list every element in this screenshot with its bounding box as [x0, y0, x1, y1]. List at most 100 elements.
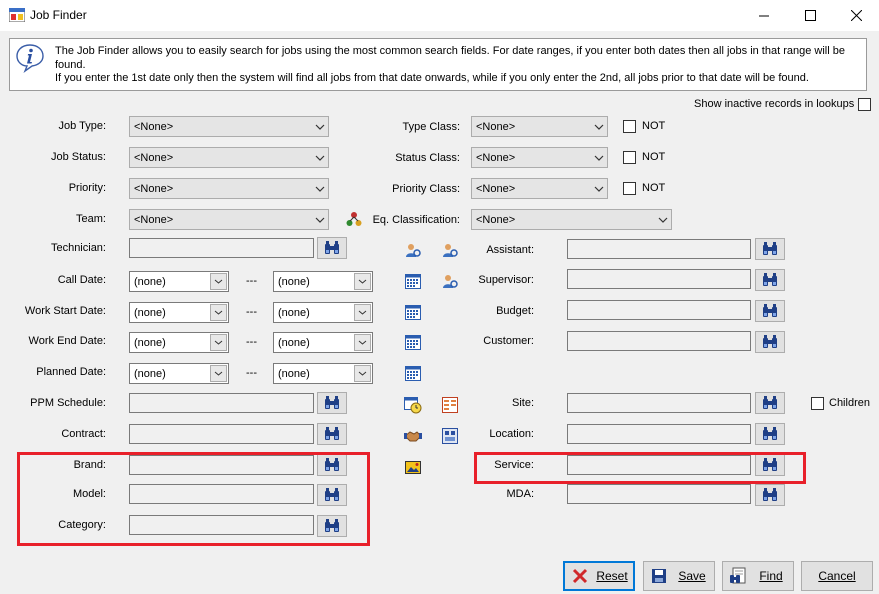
team-select[interactable]: <None>: [129, 209, 329, 230]
chevron-down-icon: [210, 273, 227, 290]
supervisor-field[interactable]: [567, 269, 751, 289]
close-button[interactable]: [833, 0, 879, 31]
call-date-label: Call Date:: [57, 274, 106, 286]
info-panel: The Job Finder allows you to easily sear…: [9, 38, 867, 91]
minimize-button[interactable]: [741, 0, 787, 31]
show-inactive-checkbox[interactable]: [858, 98, 871, 111]
budget-field[interactable]: [567, 300, 751, 320]
site-children-checkbox[interactable]: [811, 397, 824, 410]
minimize-icon: [758, 15, 769, 17]
assistant-lookup-button[interactable]: [755, 238, 785, 260]
chevron-down-icon: [354, 334, 371, 351]
chevron-down-icon: [311, 179, 328, 198]
reset-button[interactable]: Reset: [563, 561, 635, 591]
priority-class-select[interactable]: <None>: [471, 178, 608, 199]
ppm-schedule-label: PPM Schedule:: [30, 397, 106, 409]
work-start-date-from[interactable]: (none): [129, 302, 229, 323]
highlight-box-service: [474, 452, 806, 484]
budget-lookup-button[interactable]: [755, 300, 785, 322]
calendar-icon[interactable]: [404, 364, 422, 382]
schedule-clock-icon[interactable]: [404, 396, 422, 414]
site-label: Site:: [511, 397, 534, 409]
job-status-select[interactable]: <None>: [129, 147, 329, 168]
supervisor-lookup-button[interactable]: [755, 269, 785, 291]
status-class-not-checkbox[interactable]: [623, 151, 636, 164]
binoculars-icon: [763, 273, 777, 286]
customer-lookup-button[interactable]: [755, 331, 785, 353]
priority-class-not-checkbox[interactable]: [623, 182, 636, 195]
status-class-not-label: NOT: [642, 151, 666, 163]
site-field[interactable]: [567, 393, 751, 413]
binoculars-icon: [763, 427, 777, 440]
info-line-2: If you enter the 1st date only then the …: [55, 72, 809, 84]
close-icon: [850, 10, 862, 21]
find-button[interactable]: Find: [722, 561, 794, 591]
maximize-icon: [804, 10, 816, 21]
priority-select[interactable]: <None>: [129, 178, 329, 199]
call-date-to[interactable]: (none): [273, 271, 373, 292]
work-end-date-from[interactable]: (none): [129, 332, 229, 353]
find-document-icon: [727, 565, 749, 587]
ppm-schedule-lookup-button[interactable]: [317, 392, 347, 414]
floppy-disk-icon: [648, 565, 670, 587]
work-start-date-label: Work Start Date:: [24, 305, 106, 317]
type-class-not-label: NOT: [642, 120, 666, 132]
info-text: The Job Finder allows you to easily sear…: [55, 45, 860, 86]
site-children-label: Children: [829, 397, 870, 409]
chevron-down-icon: [590, 148, 607, 167]
binoculars-icon: [763, 242, 777, 255]
job-type-select[interactable]: <None>: [129, 116, 329, 137]
chevron-down-icon: [590, 117, 607, 136]
budget-label: Budget:: [496, 305, 534, 317]
mda-label: MDA:: [506, 488, 535, 500]
technician-lookup-button[interactable]: [317, 237, 347, 259]
technician-field[interactable]: [129, 238, 314, 258]
save-button[interactable]: Save: [643, 561, 715, 591]
contract-lookup-button[interactable]: [317, 423, 347, 445]
planned-date-from[interactable]: (none): [129, 363, 229, 384]
location-label: Location:: [489, 428, 534, 440]
mda-lookup-button[interactable]: [755, 484, 785, 506]
chevron-down-icon: [354, 365, 371, 382]
ppm-schedule-field[interactable]: [129, 393, 314, 413]
location-field[interactable]: [567, 424, 751, 444]
customer-field[interactable]: [567, 331, 751, 351]
planned-date-to[interactable]: (none): [273, 363, 373, 384]
person-search-icon[interactable]: [404, 241, 422, 259]
work-end-date-to[interactable]: (none): [273, 332, 373, 353]
highlight-box-brand-model-category: [17, 452, 370, 546]
calendar-icon[interactable]: [404, 272, 422, 290]
brand-image-icon[interactable]: [404, 458, 422, 476]
mda-field[interactable]: [567, 484, 751, 504]
assistant-field[interactable]: [567, 239, 751, 259]
handshake-icon[interactable]: [404, 427, 422, 445]
binoculars-icon: [763, 488, 777, 501]
assistant-label: Assistant:: [486, 244, 534, 256]
chevron-down-icon: [590, 179, 607, 198]
type-class-not-checkbox[interactable]: [623, 120, 636, 133]
chevron-down-icon: [210, 334, 227, 351]
window-title: Job Finder: [30, 8, 87, 22]
calendar-icon[interactable]: [404, 333, 422, 351]
eq-classification-select[interactable]: <None>: [471, 209, 672, 230]
cancel-button[interactable]: Cancel: [801, 561, 873, 591]
maximize-button[interactable]: [787, 0, 833, 31]
site-lookup-button[interactable]: [755, 392, 785, 414]
show-inactive-label: Show inactive records in lookups: [694, 98, 855, 110]
calendar-icon[interactable]: [404, 303, 422, 321]
red-x-icon: [569, 565, 591, 587]
chevron-down-icon: [311, 148, 328, 167]
type-class-select[interactable]: <None>: [471, 116, 608, 137]
priority-label: Priority:: [68, 182, 106, 194]
date-separator: ---: [246, 336, 257, 348]
technician-label: Technician:: [50, 242, 106, 254]
priority-class-label: Priority Class:: [392, 183, 460, 195]
call-date-from[interactable]: (none): [129, 271, 229, 292]
job-type-label: Job Type:: [58, 120, 107, 132]
location-lookup-button[interactable]: [755, 423, 785, 445]
info-icon: [15, 43, 45, 73]
work-start-date-to[interactable]: (none): [273, 302, 373, 323]
contract-field[interactable]: [129, 424, 314, 444]
status-class-select[interactable]: <None>: [471, 147, 608, 168]
binoculars-icon: [763, 335, 777, 348]
